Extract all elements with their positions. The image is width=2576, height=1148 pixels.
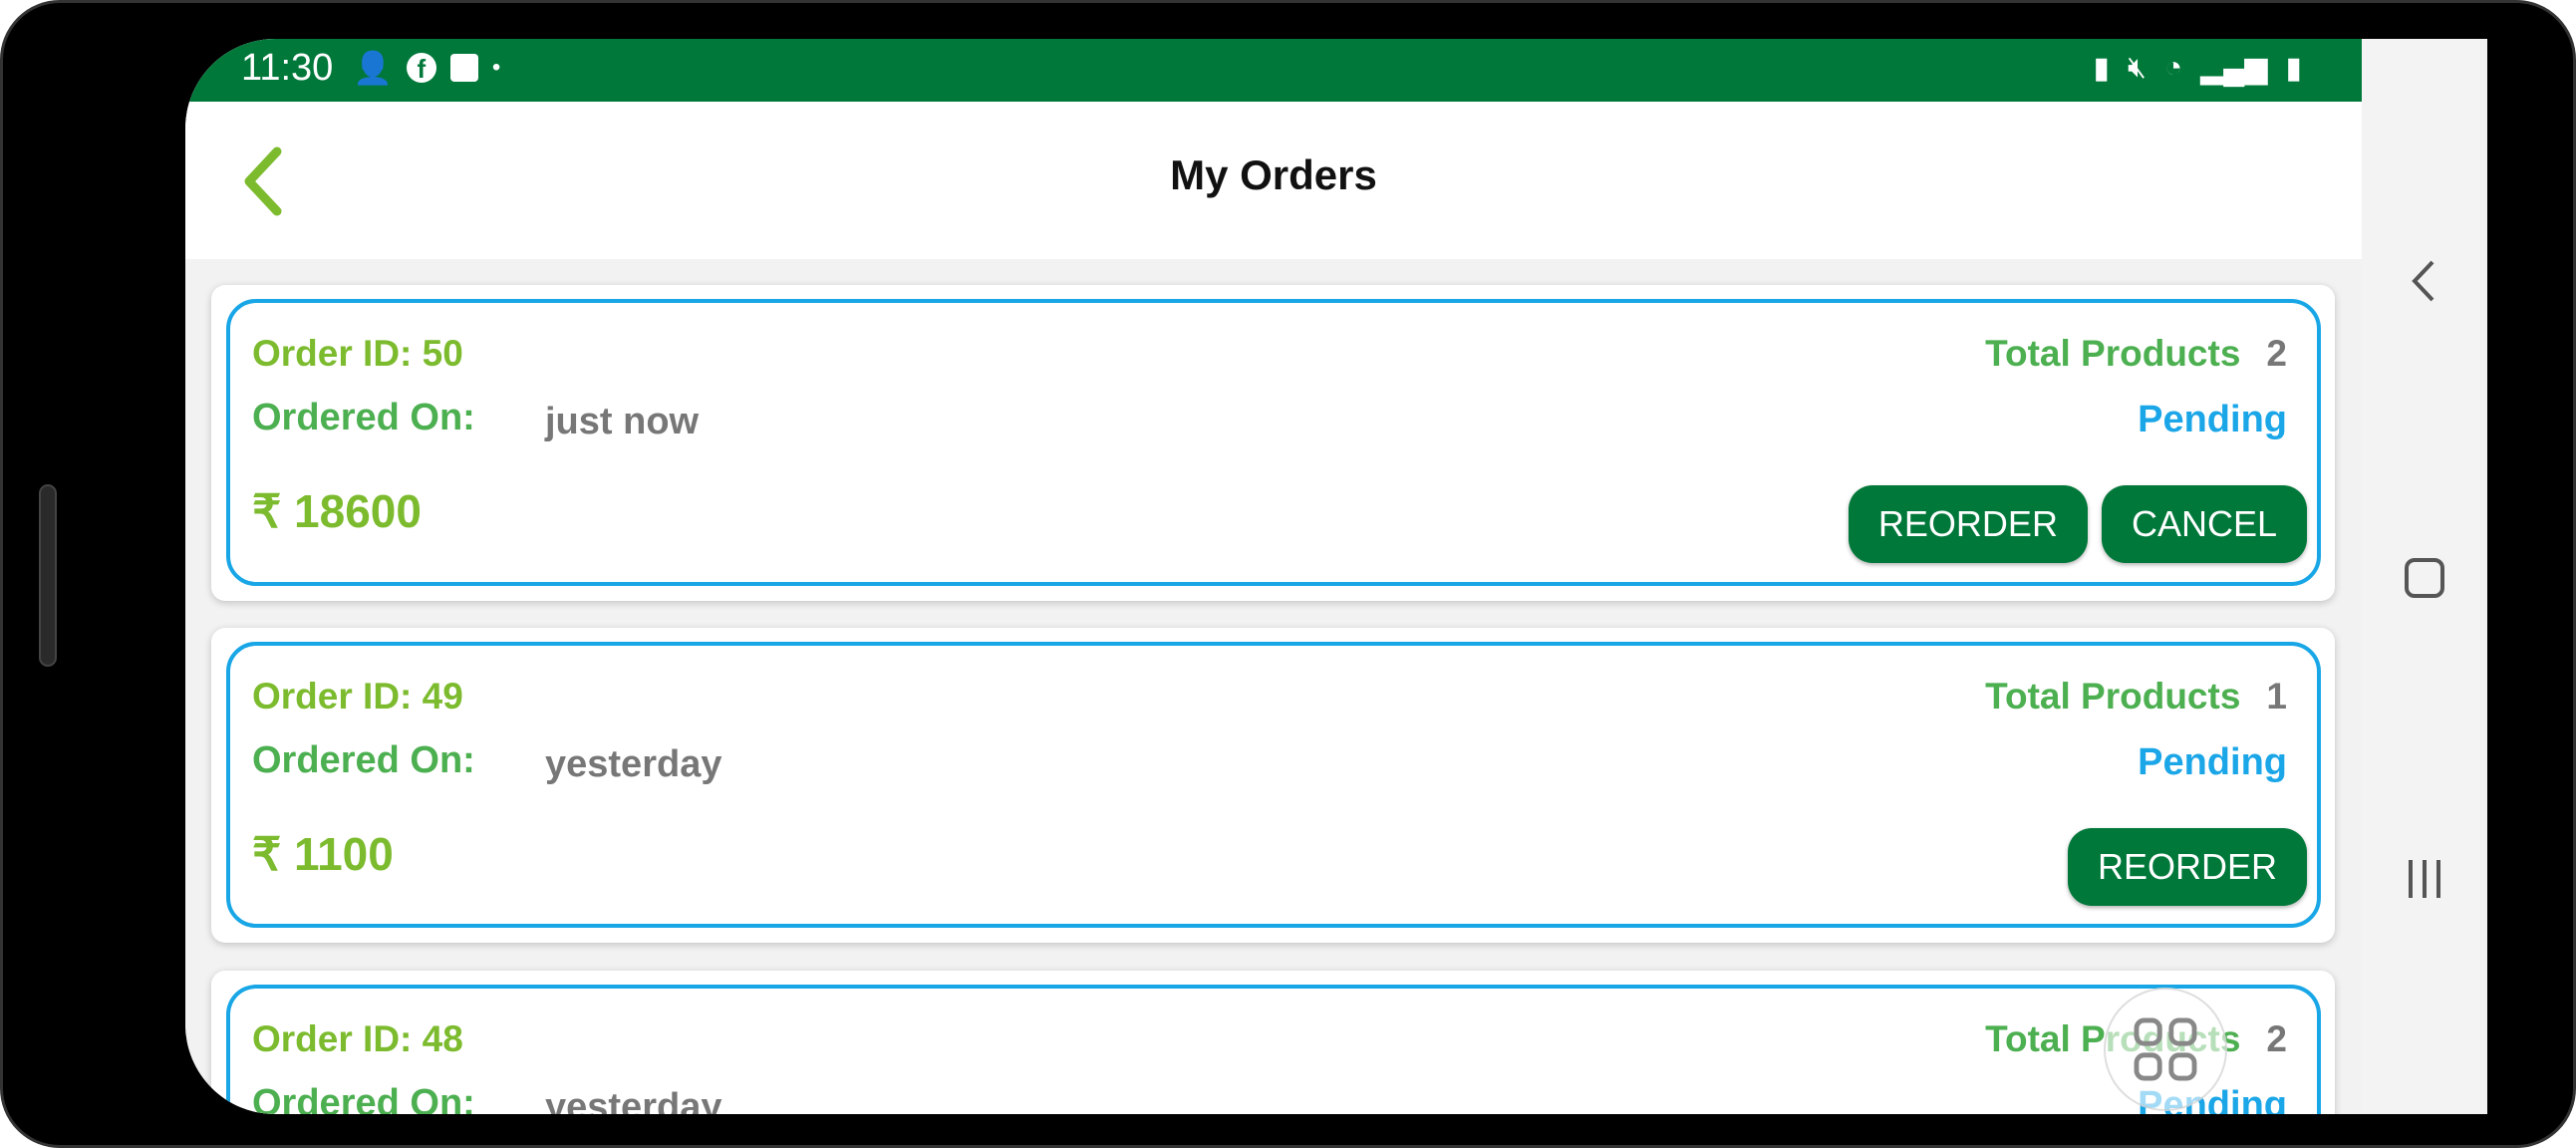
order-id: Order ID: 48 bbox=[252, 1018, 463, 1059]
reorder-button[interactable]: REORDER bbox=[2067, 828, 2307, 906]
order-id: Order ID: 50 bbox=[252, 333, 463, 374]
reorder-button[interactable]: REORDER bbox=[1848, 485, 2088, 563]
ordered-on-value: yesterday bbox=[545, 1086, 722, 1114]
order-card[interactable]: Order ID: 49 Ordered On: yesterday ₹ 110… bbox=[211, 628, 2335, 943]
total-products-label: Total Products bbox=[1985, 676, 2241, 717]
mute-icon: 🔇︎ bbox=[2128, 51, 2147, 84]
ordered-on-label: Ordered On: bbox=[252, 739, 475, 781]
battery-charging-icon: ▮ bbox=[2285, 52, 2302, 85]
total-products-value: 1 bbox=[2266, 676, 2287, 717]
signal-icon: ▂▄▆ bbox=[2200, 52, 2268, 85]
status-time: 11:30 bbox=[241, 47, 334, 89]
side-button bbox=[39, 484, 57, 667]
ordered-on-value: yesterday bbox=[545, 743, 722, 785]
order-id: Order ID: 49 bbox=[252, 676, 463, 717]
nav-back-button[interactable] bbox=[2405, 256, 2444, 306]
status-bar: 11:30 👤 f • ▮ 🔇︎ ◔ ▂▄▆ ▮ bbox=[185, 39, 2362, 102]
app-header: My Orders bbox=[185, 102, 2362, 259]
ordered-on-label: Ordered On: bbox=[252, 1082, 475, 1114]
person-add-icon: 👤 bbox=[353, 50, 393, 86]
wifi-icon: ◔ bbox=[2163, 51, 2183, 84]
order-card[interactable]: Order ID: 48 Ordered On: yesterday Total… bbox=[211, 971, 2335, 1114]
floating-menu-button[interactable] bbox=[2104, 988, 2227, 1111]
page-title: My Orders bbox=[1170, 151, 1377, 198]
order-price: ₹ 18600 bbox=[252, 485, 422, 537]
ordered-on-label: Ordered On: bbox=[252, 397, 475, 438]
app: 11:30 👤 f • ▮ 🔇︎ ◔ ▂▄▆ ▮ My Orders Order… bbox=[185, 39, 2362, 1114]
nav-home-button[interactable] bbox=[2405, 558, 2444, 598]
cancel-button[interactable]: CANCEL bbox=[2101, 485, 2307, 563]
order-price: ₹ 1100 bbox=[252, 828, 394, 880]
nav-recents-button[interactable] bbox=[2405, 856, 2444, 902]
total-products-value: 2 bbox=[2266, 1018, 2287, 1059]
total-products-label: Total Products bbox=[1985, 333, 2241, 374]
total-products: Total Products 1 bbox=[1985, 676, 2287, 718]
ordered-on-value: just now bbox=[545, 401, 700, 442]
screen: 11:30 👤 f • ▮ 🔇︎ ◔ ▂▄▆ ▮ My Orders Order… bbox=[185, 39, 2487, 1114]
phone-frame: 11:30 👤 f • ▮ 🔇︎ ◔ ▂▄▆ ▮ My Orders Order… bbox=[0, 0, 2576, 1148]
status-badge: Pending bbox=[2138, 741, 2287, 783]
total-products: Total Products 2 bbox=[1985, 333, 2287, 375]
order-card[interactable]: Order ID: 50 Ordered On: just now ₹ 1860… bbox=[211, 285, 2335, 601]
grid-icon bbox=[2134, 1017, 2197, 1081]
battery-saver-icon: ▮ bbox=[2093, 52, 2111, 85]
facebook-icon: f bbox=[406, 53, 436, 84]
total-products-value: 2 bbox=[2266, 333, 2287, 374]
status-badge: Pending bbox=[2138, 399, 2287, 440]
system-nav-bar bbox=[2362, 39, 2487, 1114]
shopping-bag-icon bbox=[449, 54, 478, 82]
dot-icon: • bbox=[491, 54, 501, 81]
